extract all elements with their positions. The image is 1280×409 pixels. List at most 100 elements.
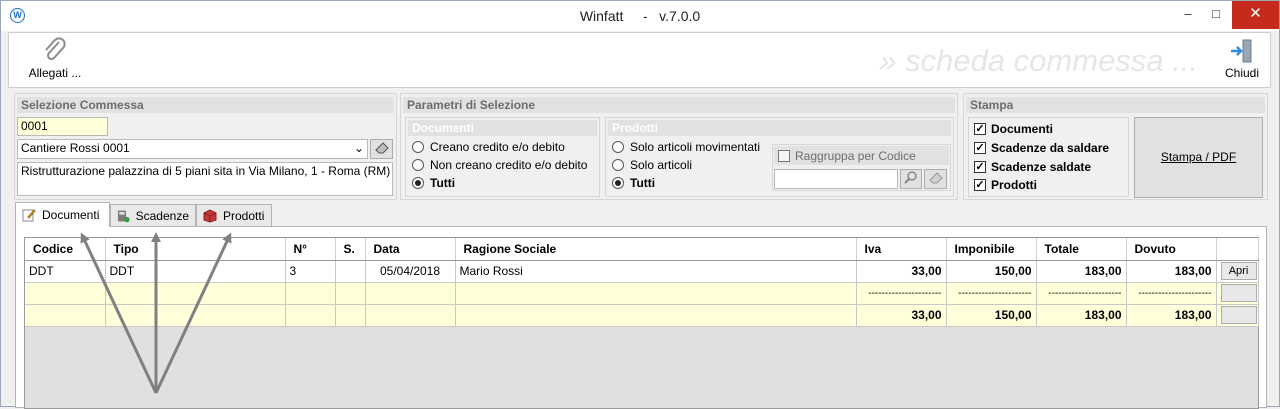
separator-row: ---------------------- -----------------… (25, 282, 1259, 305)
radio-non-creano-credito[interactable]: Non creano credito e/o debito (412, 158, 587, 172)
cell-ragione-sociale (455, 282, 857, 305)
clear-selection-button[interactable] (370, 139, 393, 159)
stampa-pdf-button[interactable]: Stampa / PDF (1134, 117, 1263, 198)
application-window: W Winfatt - v.7.0.0 – □ ✕ Allegati ... »… (0, 0, 1280, 409)
cell-iva: ---------------------- (856, 282, 947, 305)
stampa-header: Stampa (966, 97, 1265, 113)
column-header-imponibile[interactable]: Imponibile (946, 238, 1037, 261)
column-header-dovuto[interactable]: Dovuto (1126, 238, 1217, 261)
cell-action (1216, 304, 1259, 327)
column-header-tipo[interactable]: Tipo (105, 238, 286, 261)
attachments-button[interactable]: Allegati ... (25, 36, 85, 80)
raggruppa-checkbox[interactable]: Raggruppa per Codice (774, 146, 949, 165)
cell-totale: ---------------------- (1036, 282, 1127, 305)
column-header-numero[interactable]: N° (285, 238, 336, 261)
check-scadenze-saldate[interactable]: ✓ Scadenze saldate (974, 160, 1091, 174)
paperclip-icon (25, 36, 85, 66)
radio-prodotti-tutti[interactable]: Tutti (612, 176, 655, 190)
maximize-button[interactable]: □ (1201, 1, 1231, 29)
tab-scadenze[interactable]: Scadenze (110, 204, 196, 226)
cell-codice (25, 282, 106, 305)
cell-imponibile-total: 150,00 (946, 304, 1037, 327)
cell-numero: 3 (285, 260, 336, 283)
cell-tipo: DDT (105, 260, 286, 283)
tab-prodotti[interactable]: Prodotti (196, 204, 272, 226)
cell-data: 05/04/2018 (365, 260, 456, 283)
raggruppa-checkbox-box (778, 149, 790, 162)
close-window-button[interactable]: ✕ (1232, 1, 1279, 29)
eraser-icon (374, 142, 389, 154)
eraser-icon (928, 172, 943, 184)
radio-solo-movimentati[interactable]: Solo articoli movimentati (612, 140, 760, 154)
check-stampa-prodotti[interactable]: ✓ Prodotti (974, 178, 1037, 192)
row-action-button[interactable] (1220, 306, 1257, 324)
cell-imponibile: 150,00 (946, 260, 1037, 283)
cell-dovuto-total: 183,00 (1126, 304, 1217, 327)
prodotti-filter-header: Prodotti (608, 120, 951, 136)
documenti-tab-panel: Codice Tipo N° S. Data Ragione Sociale I… (15, 226, 1267, 409)
cell-codice: DDT (25, 260, 106, 283)
totals-row: 33,00 150,00 183,00 183,00 (25, 304, 1259, 327)
cell-action (1216, 282, 1259, 305)
radio-creano-credito[interactable]: Creano credito e/o debito (412, 140, 565, 154)
cell-dovuto: ---------------------- (1126, 282, 1217, 305)
commessa-code-input[interactable]: 0001 (17, 117, 108, 136)
radio-documenti-tutti[interactable]: Tutti (412, 176, 455, 190)
minimize-button[interactable]: – (1173, 1, 1203, 29)
cell-serie (335, 304, 366, 327)
window-title: Winfatt - v.7.0.0 (579, 8, 701, 24)
cell-dovuto: 183,00 (1126, 260, 1217, 283)
selezione-header: Selezione Commessa (17, 97, 394, 113)
cell-iva: 33,00 (856, 260, 947, 283)
cell-ragione-sociale (455, 304, 857, 327)
table-row[interactable]: DDT DDT 3 05/04/2018 Mario Rossi 33,00 1… (25, 260, 1259, 283)
cell-totale: 183,00 (1036, 260, 1127, 283)
commessa-description: Ristrutturazione palazzina di 5 piani si… (17, 162, 393, 196)
raggruppa-label: Raggruppa per Codice (795, 148, 916, 163)
box-icon (203, 208, 217, 223)
cell-data (365, 304, 456, 327)
calculator-icon (117, 210, 130, 222)
column-header-iva[interactable]: Iva (856, 238, 947, 261)
attachments-label: Allegati ... (28, 66, 82, 80)
search-button[interactable] (900, 169, 922, 189)
documents-grid: Codice Tipo N° S. Data Ragione Sociale I… (24, 237, 1259, 409)
documents-table: Codice Tipo N° S. Data Ragione Sociale I… (25, 238, 1259, 327)
cell-iva-total: 33,00 (856, 304, 947, 327)
cell-serie (335, 260, 366, 283)
row-action-button[interactable] (1220, 284, 1257, 302)
raggruppa-box: Raggruppa per Codice (772, 144, 951, 191)
apri-button[interactable]: Apri (1220, 262, 1257, 280)
chiudi-button[interactable]: Chiudi (1219, 36, 1265, 80)
table-header-row: Codice Tipo N° S. Data Ragione Sociale I… (25, 238, 1259, 261)
product-code-search-input[interactable] (774, 169, 898, 189)
cell-serie (335, 282, 366, 305)
exit-door-icon (1219, 36, 1265, 66)
chiudi-label: Chiudi (1224, 66, 1260, 80)
edit-icon (22, 209, 36, 222)
search-icon (904, 171, 917, 184)
commessa-select[interactable]: Cantiere Rossi 0001 ⌄ (17, 139, 368, 159)
parametri-selezione-group: Parametri di Selezione Documenti Creano … (400, 93, 958, 200)
column-header-codice[interactable]: Codice (25, 238, 106, 261)
cell-numero (285, 282, 336, 305)
stampa-group: Stampa ✓ Documenti ✓ Scadenze da saldare ✓… (963, 93, 1268, 200)
documenti-filter-box: Documenti Creano credito e/o debito Non … (405, 117, 600, 197)
column-header-serie[interactable]: S. (335, 238, 366, 261)
cell-totale-total: 183,00 (1036, 304, 1127, 327)
page-watermark: » scheda commessa ... (879, 43, 1198, 78)
tab-documenti[interactable]: Documenti (15, 202, 110, 227)
cell-tipo (105, 282, 286, 305)
check-scadenze-da-saldare[interactable]: ✓ Scadenze da saldare (974, 141, 1109, 155)
cell-data (365, 282, 456, 305)
cell-imponibile: ---------------------- (946, 282, 1037, 305)
toolbar: Allegati ... » scheda commessa ... Chiud… (8, 32, 1271, 88)
prodotti-filter-box: Prodotti Solo articoli movimentati Solo … (605, 117, 954, 197)
check-stampa-documenti[interactable]: ✓ Documenti (974, 122, 1053, 136)
chevron-down-icon: ⌄ (353, 141, 364, 155)
column-header-totale[interactable]: Totale (1036, 238, 1127, 261)
column-header-ragione-sociale[interactable]: Ragione Sociale (455, 238, 857, 261)
column-header-data[interactable]: Data (365, 238, 456, 261)
clear-search-button[interactable] (924, 169, 947, 189)
radio-solo-articoli[interactable]: Solo articoli (612, 158, 692, 172)
